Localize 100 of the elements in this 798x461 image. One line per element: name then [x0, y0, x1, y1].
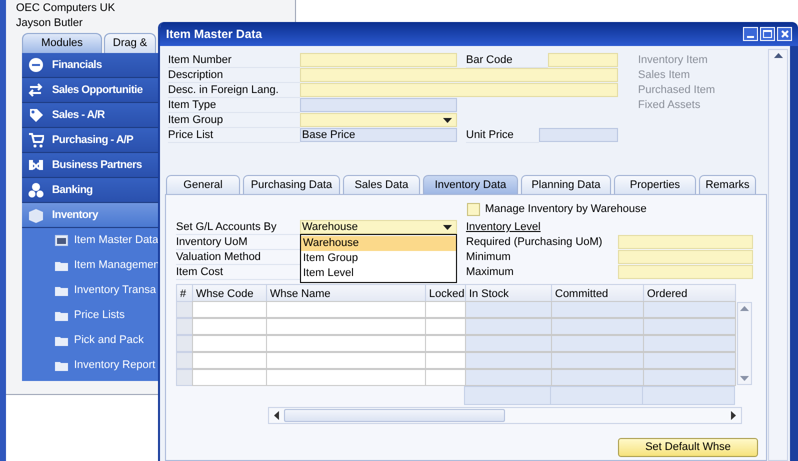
- table-cell[interactable]: [192, 369, 267, 386]
- coin-icon: [28, 57, 44, 73]
- table-cell[interactable]: [425, 352, 466, 369]
- table-cell[interactable]: [192, 318, 267, 335]
- scroll-thumb[interactable]: [284, 409, 505, 422]
- column-header[interactable]: Committed: [551, 284, 644, 302]
- input-field[interactable]: [300, 83, 618, 97]
- field-label: Minimum: [466, 250, 512, 265]
- submenu-item[interactable]: Inventory Report: [22, 353, 158, 378]
- module-item[interactable]: Sales Opportunitie: [22, 78, 158, 103]
- section-heading: Inventory Level: [466, 220, 541, 235]
- input-field[interactable]: [539, 128, 618, 142]
- vertical-scrollbar[interactable]: [737, 302, 752, 385]
- vertical-scrollbar[interactable]: [768, 49, 788, 461]
- maximize-button[interactable]: [760, 27, 775, 41]
- table-cell[interactable]: [192, 301, 267, 318]
- module-item[interactable]: Business Partners: [22, 153, 158, 178]
- submenu-item[interactable]: Pick and Pack: [22, 328, 158, 353]
- caret-icon: [443, 224, 452, 230]
- sidebar-tab[interactable]: Modules: [22, 33, 102, 53]
- module-item[interactable]: Banking: [22, 178, 158, 203]
- table-cell[interactable]: [192, 335, 267, 352]
- column-header[interactable]: Whse Code: [192, 284, 267, 302]
- module-item[interactable]: Purchasing - A/P: [22, 128, 158, 153]
- input-field[interactable]: [548, 53, 618, 67]
- dropdown-field[interactable]: [300, 113, 457, 127]
- tag-icon: [28, 107, 44, 123]
- column-header[interactable]: In Stock: [465, 284, 552, 302]
- input-field[interactable]: [300, 68, 618, 82]
- field-label: Desc. in Foreign Lang.: [168, 83, 300, 98]
- table-cell[interactable]: [425, 369, 466, 386]
- module-label: Financials: [52, 58, 102, 73]
- row-handle[interactable]: [176, 335, 193, 352]
- folder-icon: [55, 285, 68, 296]
- tab[interactable]: Properties: [614, 175, 696, 194]
- table-cell[interactable]: [266, 335, 426, 352]
- table-cell[interactable]: [266, 352, 426, 369]
- column-header[interactable]: Whse Name: [266, 284, 426, 302]
- field-label: Maximum: [466, 265, 515, 280]
- module-label: Sales Opportunitie: [52, 82, 143, 98]
- caret-icon: [443, 118, 452, 122]
- user-name: Jayson Butler: [16, 16, 84, 31]
- company-name: OEC Computers UK: [16, 1, 116, 16]
- folder-icon: [55, 335, 68, 346]
- folder-icon: [55, 260, 68, 271]
- scroll-right-icon[interactable]: [731, 411, 736, 420]
- submenu-item[interactable]: Item Master Data: [22, 228, 158, 253]
- table-cell[interactable]: [266, 318, 426, 335]
- minimize-button[interactable]: [743, 27, 758, 41]
- module-label: Sales - A/R: [52, 108, 105, 123]
- submenu-item[interactable]: Inventory Transa: [22, 278, 158, 303]
- row-handle[interactable]: [176, 352, 193, 369]
- column-header[interactable]: Ordered: [643, 284, 736, 302]
- checkbox-label: Fixed Assets: [638, 98, 702, 113]
- submenu-item[interactable]: Item Managemen: [22, 253, 158, 278]
- close-icon: [780, 30, 788, 38]
- scroll-up-icon[interactable]: [774, 53, 782, 58]
- module-label: Inventory: [52, 208, 98, 223]
- scroll-left-icon[interactable]: [274, 411, 279, 420]
- checkbox[interactable]: [467, 202, 480, 216]
- tab[interactable]: Planning Data: [521, 175, 611, 194]
- module-item[interactable]: Inventory: [22, 203, 158, 228]
- sidebar-tab[interactable]: Drag &: [104, 33, 156, 53]
- tab[interactable]: Inventory Data: [423, 175, 518, 194]
- input-field[interactable]: Base Price: [300, 128, 457, 142]
- checkbox-label: Sales Item: [638, 68, 691, 83]
- field-label: Description: [168, 68, 300, 83]
- close-button[interactable]: [777, 27, 792, 41]
- tab[interactable]: Sales Data: [343, 175, 420, 194]
- row-handle[interactable]: [176, 301, 193, 318]
- column-header[interactable]: Locked: [425, 284, 466, 302]
- module-item[interactable]: Financials: [22, 53, 158, 78]
- table-cell[interactable]: [266, 301, 426, 318]
- input-field[interactable]: [618, 265, 753, 279]
- field-label: Item Number: [168, 53, 300, 68]
- row-handle[interactable]: [176, 318, 193, 335]
- input-field[interactable]: [618, 250, 753, 264]
- table-cell[interactable]: [425, 335, 466, 352]
- table-cell[interactable]: [425, 318, 466, 335]
- input-field[interactable]: [300, 53, 457, 67]
- table-cell[interactable]: [192, 352, 267, 369]
- dropdown-field[interactable]: Warehouse: [300, 220, 457, 234]
- input-field[interactable]: [300, 98, 457, 112]
- scroll-up-icon[interactable]: [740, 306, 749, 311]
- table-cell[interactable]: [266, 369, 426, 386]
- tab[interactable]: Remarks: [699, 175, 756, 194]
- dropdown-option[interactable]: Warehouse: [301, 236, 456, 251]
- module-label: Business Partners: [52, 158, 142, 173]
- tab[interactable]: General: [166, 175, 240, 194]
- checkbox-label: Inventory Item: [638, 53, 709, 68]
- set-default-button[interactable]: Set Default Whse: [618, 438, 758, 457]
- module-item[interactable]: Sales - A/R: [22, 103, 158, 128]
- input-field[interactable]: [618, 235, 753, 249]
- row-handle[interactable]: [176, 369, 193, 386]
- horizontal-scrollbar[interactable]: [268, 407, 742, 424]
- scroll-down-icon[interactable]: [740, 376, 749, 381]
- table-cell[interactable]: [425, 301, 466, 318]
- submenu-item[interactable]: Price Lists: [22, 303, 158, 328]
- tab[interactable]: Purchasing Data: [243, 175, 340, 194]
- cart-icon: [28, 132, 44, 148]
